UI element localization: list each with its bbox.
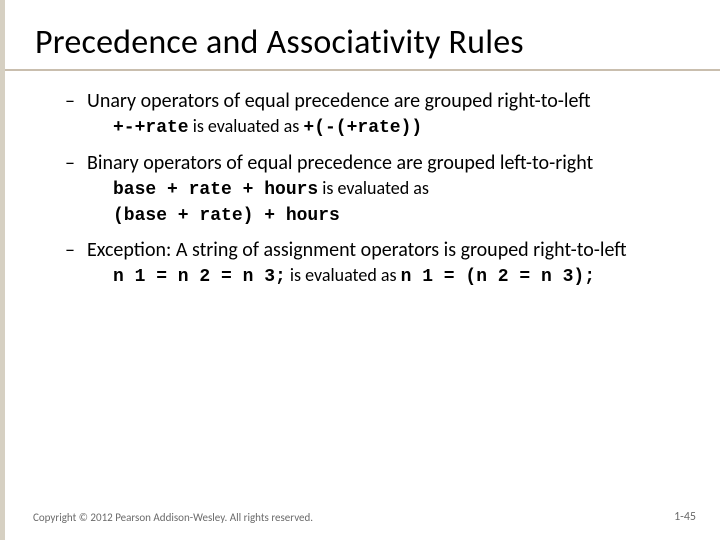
bullet-dash: – — [65, 238, 87, 262]
bullet-dash: – — [65, 89, 87, 113]
copyright-footer: Copyright © 2012 Pearson Addison-Wesley.… — [33, 511, 313, 524]
bullet-sub: +-+rate is evaluated as +(-(+rate)) — [113, 115, 690, 140]
bullet-text: Exception: A string of assignment operat… — [87, 238, 690, 262]
sub-mid: is evaluated as — [189, 115, 304, 137]
bullet-sub: base + rate + hours is evaluated as (bas… — [113, 177, 690, 228]
sub-mid: is evaluated as — [286, 264, 401, 286]
bullet-text: Binary operators of equal precedence are… — [87, 151, 690, 175]
code-result: (base + rate) + hours — [113, 206, 340, 226]
bullet-text: Unary operators of equal precedence are … — [87, 89, 690, 113]
code-result: n 1 = (n 2 = n 3); — [401, 267, 595, 287]
page-number: 1-45 — [674, 510, 696, 524]
bullet-item: – Unary operators of equal precedence ar… — [65, 89, 690, 113]
slide: Precedence and Associativity Rules – Una… — [0, 0, 720, 540]
bullet-item: – Binary operators of equal precedence a… — [65, 151, 690, 175]
bullet-item: – Exception: A string of assignment oper… — [65, 238, 690, 262]
bullet-sub: n 1 = n 2 = n 3; is evaluated as n 1 = (… — [113, 264, 690, 289]
sub-mid: is evaluated as — [318, 177, 429, 199]
bullet-dash: – — [65, 151, 87, 175]
code-expr: base + rate + hours — [113, 180, 318, 200]
slide-content: – Unary operators of equal precedence ar… — [5, 71, 720, 290]
code-result: +(-(+rate)) — [303, 118, 422, 138]
code-expr: n 1 = n 2 = n 3; — [113, 267, 286, 287]
code-expr: +-+rate — [113, 118, 189, 138]
slide-title: Precedence and Associativity Rules — [5, 0, 720, 71]
